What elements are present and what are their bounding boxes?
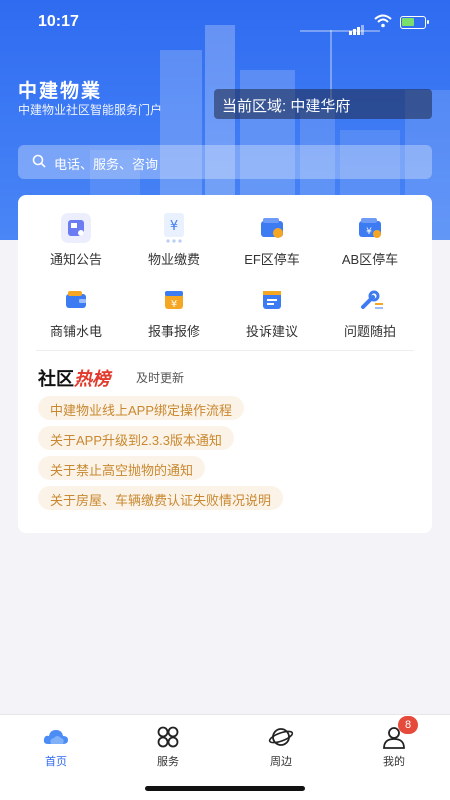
service-label: AB区停车 bbox=[341, 252, 399, 267]
svg-text:¥: ¥ bbox=[170, 219, 178, 234]
svg-text:¥: ¥ bbox=[171, 299, 177, 310]
service-report-repair[interactable]: ¥ 报事报修 bbox=[124, 279, 224, 341]
hot-title-part: 社区 bbox=[38, 369, 74, 390]
wifi-icon bbox=[374, 14, 392, 28]
hot-item[interactable]: 关于房屋、车辆缴费认证失败情况说明 bbox=[38, 486, 284, 510]
svg-text:¥: ¥ bbox=[366, 227, 372, 237]
wallet-icon bbox=[66, 291, 86, 308]
battery-icon bbox=[400, 16, 429, 29]
notice-icon bbox=[61, 213, 91, 243]
yen-bill-icon: ¥ bbox=[164, 213, 184, 243]
hot-list-title: 社区热榜 bbox=[38, 365, 110, 391]
service-label: 商铺水电 bbox=[49, 324, 102, 339]
search-placeholder: 电话、服务、咨询 bbox=[54, 157, 159, 172]
service-issue-snapshot[interactable]: 问题随拍 bbox=[320, 279, 420, 341]
services-grid-icon bbox=[157, 726, 179, 748]
service-notice[interactable]: 通知公告 bbox=[26, 207, 126, 269]
hot-item[interactable]: 中建物业线上APP绑定操作流程 bbox=[38, 396, 245, 420]
hot-list-subtitle: 及时更新 bbox=[136, 371, 185, 385]
parking-wallet-icon bbox=[261, 218, 283, 238]
tab-label: 首页 bbox=[45, 756, 67, 768]
service-ab-parking[interactable]: ¥ AB区停车 bbox=[320, 207, 420, 269]
brand-logo-text: 中建物業 bbox=[18, 81, 103, 102]
tab-services[interactable]: 服务 bbox=[138, 723, 198, 768]
service-label: 问题随拍 bbox=[343, 324, 396, 339]
home-indicator bbox=[145, 786, 305, 791]
brand-subtitle: 中建物业社区智能服务门户 bbox=[18, 103, 163, 117]
service-label: EF区停车 bbox=[244, 252, 300, 267]
wrench-icon bbox=[361, 290, 383, 309]
cloud-home-icon bbox=[43, 730, 68, 744]
status-bar: 10:17 bbox=[0, 0, 450, 44]
service-label: 通知公告 bbox=[49, 252, 102, 267]
main-card: 通知公告 ¥ 物业缴费 EF区停车 ¥ AB区停车 商铺水电 ¥ 报事报修 投诉… bbox=[18, 195, 432, 533]
planet-icon bbox=[268, 728, 294, 746]
divider bbox=[36, 350, 414, 351]
service-label: 投诉建议 bbox=[245, 324, 298, 339]
complaint-icon bbox=[263, 291, 281, 309]
tab-label: 我的 bbox=[383, 756, 405, 768]
tab-nearby[interactable]: 周边 bbox=[251, 723, 311, 768]
status-time: 10:17 bbox=[38, 13, 79, 30]
parking-wallet-icon: ¥ bbox=[359, 218, 381, 238]
service-label: 报事报修 bbox=[147, 324, 200, 339]
repair-yen-icon: ¥ bbox=[165, 291, 183, 310]
current-area-selector[interactable]: 当前区域: 中建华府 bbox=[214, 89, 432, 119]
search-bar[interactable]: 电话、服务、咨询 bbox=[18, 145, 432, 179]
service-ef-parking[interactable]: EF区停车 bbox=[222, 207, 322, 269]
service-label: 物业缴费 bbox=[147, 252, 200, 267]
signal-icon bbox=[349, 17, 365, 35]
hot-item[interactable]: 关于APP升级到2.3.3版本通知 bbox=[38, 426, 234, 450]
hot-title-accent: 热榜 bbox=[74, 369, 110, 390]
search-icon bbox=[32, 154, 46, 168]
service-complaint[interactable]: 投诉建议 bbox=[222, 279, 322, 341]
tab-label: 周边 bbox=[270, 756, 292, 768]
tab-label: 服务 bbox=[157, 756, 179, 768]
service-shop-utilities[interactable]: 商铺水电 bbox=[26, 279, 126, 341]
service-property-fee[interactable]: ¥ 物业缴费 bbox=[124, 207, 224, 269]
notification-badge: 8 bbox=[398, 716, 418, 734]
hot-item[interactable]: 关于禁止高空抛物的通知 bbox=[38, 456, 206, 480]
tab-home[interactable]: 首页 bbox=[26, 723, 86, 768]
